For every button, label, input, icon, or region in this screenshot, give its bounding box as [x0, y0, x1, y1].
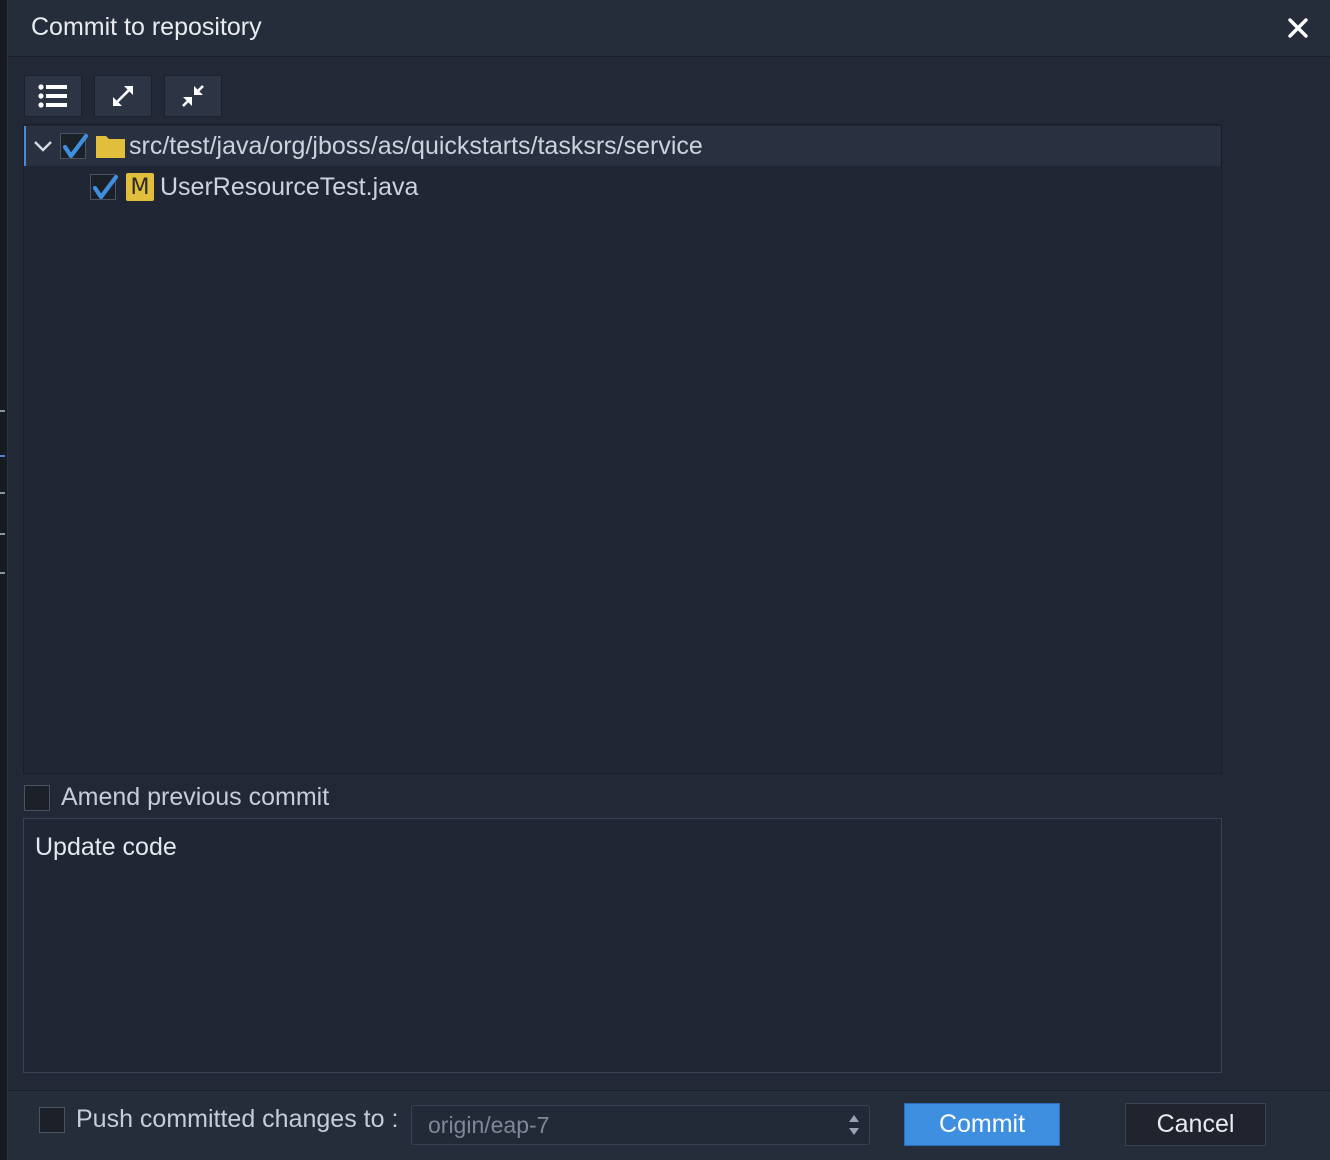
background-app-edge — [0, 0, 7, 1160]
file-checkbox[interactable] — [90, 174, 118, 200]
close-icon — [1288, 18, 1308, 38]
list-view-button[interactable] — [24, 75, 82, 117]
edge-mark — [0, 410, 5, 412]
edge-mark — [0, 455, 5, 457]
expand-toggle[interactable] — [30, 133, 56, 159]
cancel-button[interactable]: Cancel — [1125, 1103, 1266, 1146]
checkmark-icon — [92, 174, 118, 200]
collapse-all-icon — [182, 85, 204, 107]
expand-all-icon — [113, 86, 133, 106]
amend-checkbox[interactable] — [24, 784, 50, 811]
collapse-all-button[interactable] — [164, 75, 222, 117]
close-button[interactable] — [1280, 10, 1316, 46]
folder-path: src/test/java/org/jboss/as/quickstarts/t… — [129, 131, 703, 160]
commit-dialog: Commit to repository src/test/java/org/j… — [7, 0, 1330, 1160]
list-view-icon — [38, 84, 67, 108]
tree-toolbar — [24, 75, 222, 117]
select-arrows-icon — [849, 1115, 859, 1135]
remote-branch-select[interactable]: origin/eap-7 — [411, 1105, 870, 1145]
push-checkbox[interactable] — [39, 1106, 65, 1133]
amend-option[interactable]: Amend previous commit — [24, 783, 329, 812]
chevron-down-icon — [34, 141, 52, 152]
dialog-titlebar: Commit to repository — [8, 0, 1330, 57]
checkmark-icon — [62, 133, 88, 159]
edge-mark — [0, 572, 5, 574]
tree-folder-row[interactable]: src/test/java/org/jboss/as/quickstarts/t… — [24, 126, 1221, 166]
push-label: Push committed changes to : — [76, 1105, 399, 1133]
commit-message-text: Update code — [35, 833, 177, 861]
folder-icon — [96, 136, 125, 158]
tree-file-row[interactable]: M UserResourceTest.java — [24, 167, 1221, 207]
expand-all-button[interactable] — [94, 75, 152, 117]
dialog-footer: Push committed changes to : origin/eap-7… — [8, 1090, 1330, 1160]
amend-label: Amend previous commit — [61, 783, 330, 811]
file-name: UserResourceTest.java — [160, 172, 419, 201]
dialog-title: Commit to repository — [31, 13, 262, 41]
folder-checkbox[interactable] — [60, 133, 88, 159]
commit-button[interactable]: Commit — [904, 1103, 1060, 1146]
edge-mark — [0, 492, 5, 494]
changed-files-tree: src/test/java/org/jboss/as/quickstarts/t… — [23, 124, 1222, 774]
push-option[interactable]: Push committed changes to : — [39, 1105, 398, 1134]
modified-status-badge: M — [126, 173, 154, 201]
remote-branch-value: origin/eap-7 — [428, 1111, 550, 1138]
commit-message-input[interactable]: Update code — [23, 818, 1222, 1073]
edge-mark — [0, 533, 5, 535]
